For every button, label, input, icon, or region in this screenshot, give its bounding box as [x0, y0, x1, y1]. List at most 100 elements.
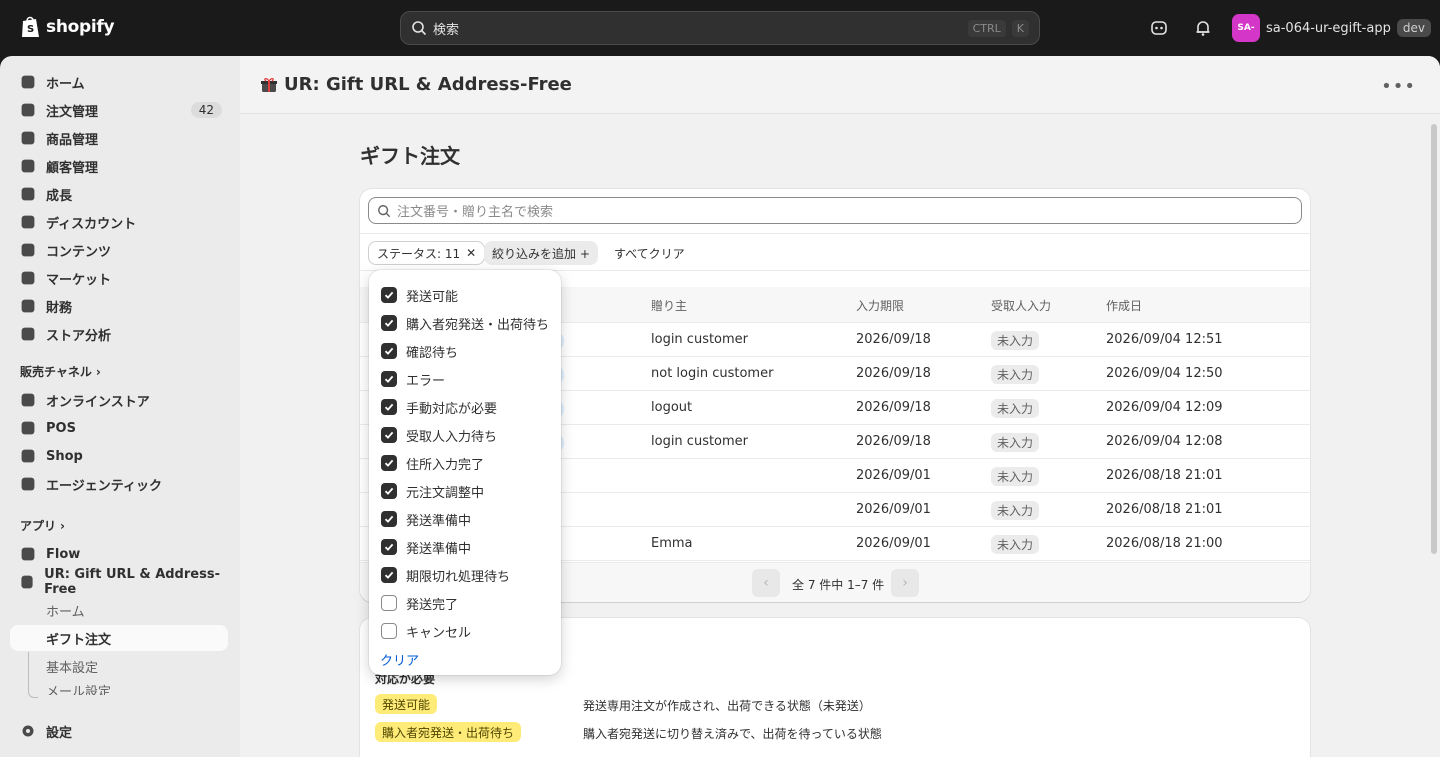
cell-deadline: 2026/09/18: [856, 400, 931, 415]
sidebar-item-9[interactable]: ストア分析: [10, 320, 228, 348]
checkbox-checked[interactable]: [381, 455, 397, 471]
checkbox-checked[interactable]: [381, 343, 397, 359]
cell-sender: Emma: [651, 536, 693, 551]
status-option[interactable]: 元注文調整中: [381, 480, 484, 502]
sidebar-sub-email-settings[interactable]: メール設定: [10, 681, 228, 695]
col-created[interactable]: 作成日: [1106, 297, 1142, 314]
app-header: UR: Gift URL & Address-Free •••: [240, 56, 1440, 114]
sidebar-channel-label: Shop: [46, 448, 83, 464]
checkbox-unchecked[interactable]: [381, 595, 397, 611]
status-option[interactable]: 期限切れ処理待ち: [381, 564, 510, 586]
checkbox-checked[interactable]: [381, 539, 397, 555]
checkbox-checked[interactable]: [381, 427, 397, 443]
sidebar-channel-1[interactable]: POS: [10, 414, 228, 442]
sidebar-channel-0[interactable]: オンラインストア: [10, 386, 228, 414]
checkbox-unchecked[interactable]: [381, 623, 397, 639]
sidebar-item-3[interactable]: 顧客管理: [10, 152, 228, 180]
checkbox-checked[interactable]: [381, 399, 397, 415]
cell-created: 2026/08/18 21:01: [1106, 468, 1223, 483]
check-icon: [384, 319, 394, 327]
shopify-logo[interactable]: S shopify: [20, 15, 115, 39]
status-option[interactable]: 購入者宛発送・出荷待ち: [381, 312, 549, 334]
status-filter-popover: 発送可能購入者宛発送・出荷待ち 確認待ちエラー手動対応が必要受取人入力待ち 住所入力…: [369, 270, 561, 675]
checkbox-checked[interactable]: [381, 315, 397, 331]
more-actions-icon[interactable]: •••: [1381, 76, 1416, 97]
sidebar-item-label: コンテンツ: [46, 244, 112, 260]
sidebar-channel-label: オンラインストア: [46, 394, 150, 410]
globe-icon: [21, 271, 35, 285]
status-option-label: 発送準備中: [406, 513, 472, 529]
sidebar-sub-gift-orders[interactable]: ギフト注文: [10, 625, 228, 651]
status-option[interactable]: 受取人入力待ち: [381, 424, 497, 446]
recipient-badge: 未入力: [991, 535, 1040, 554]
next-page-button[interactable]: ›: [891, 569, 919, 597]
sidebar: 販売チャネル › アプリ › ホーム ギフト注文 基本設定 メール設定 設定 ホーム…: [0, 56, 240, 757]
clear-all-button[interactable]: すべてクリア: [606, 241, 693, 265]
sidebar-app-0[interactable]: Flow: [10, 540, 228, 568]
checkbox-checked[interactable]: [381, 511, 397, 527]
sidebar-item-2[interactable]: 商品管理: [10, 124, 228, 152]
sidebar-channel-3[interactable]: エージェンティック: [10, 470, 228, 498]
apps-heading[interactable]: アプリ ›: [20, 517, 65, 534]
sidebar-sub-basic-settings[interactable]: 基本設定: [10, 653, 228, 679]
checkbox-checked[interactable]: [381, 287, 397, 303]
add-filter-button[interactable]: 絞り込みを追加 +: [484, 241, 598, 265]
status-option[interactable]: 確認待ち: [381, 340, 458, 362]
check-icon: [384, 571, 394, 579]
col-sender[interactable]: 贈り主: [651, 297, 687, 314]
sidebar-sub-home[interactable]: ホーム: [10, 597, 228, 623]
checkbox-checked[interactable]: [381, 567, 397, 583]
sidebar-item-1[interactable]: 注文管理 42: [10, 96, 228, 124]
status-option-label: エラー: [406, 373, 446, 389]
status-option[interactable]: 発送完了: [381, 592, 458, 614]
status-filter-chip[interactable]: ステータス: 11 ✕: [368, 241, 486, 265]
checkbox-checked[interactable]: [381, 483, 397, 499]
gift-app-icon: [261, 77, 277, 92]
sidebar-item-settings[interactable]: 設定: [10, 717, 228, 745]
logo-text: shopify: [46, 17, 115, 37]
close-icon[interactable]: ✕: [466, 246, 476, 260]
sidebar-item-5[interactable]: ディスカウント: [10, 208, 228, 236]
sidebar-item-7[interactable]: マーケット: [10, 264, 228, 292]
status-option[interactable]: 発送準備中: [381, 508, 471, 530]
sidekick-icon[interactable]: [1149, 18, 1169, 38]
scrollbar-thumb[interactable]: [1431, 124, 1437, 554]
clear-status-button[interactable]: クリア: [380, 650, 419, 669]
sidebar-item-8[interactable]: 財務: [10, 292, 228, 320]
orders-search-input[interactable]: 注文番号・贈り主名で検索: [368, 197, 1302, 224]
status-option[interactable]: キャンセル: [381, 620, 471, 642]
bell-icon[interactable]: [1193, 18, 1213, 38]
sidebar-item-6[interactable]: コンテンツ: [10, 236, 228, 264]
col-recipient-input[interactable]: 受取人入力: [991, 297, 1051, 314]
agent-icon: [21, 477, 35, 491]
checkbox-checked[interactable]: [381, 371, 397, 387]
status-option-label: 手動対応が必要: [406, 401, 498, 417]
status-option[interactable]: 手動対応が必要: [381, 396, 497, 418]
status-option[interactable]: エラー: [381, 368, 445, 390]
status-description: 発送専用注文が作成され、出荷できる状態（未発送）: [583, 699, 871, 713]
sidebar-app-label: UR: Gift URL & Address-Free: [44, 567, 220, 597]
global-search[interactable]: 検索 CTRL K: [400, 11, 1040, 45]
prev-page-button[interactable]: ‹: [752, 569, 780, 597]
cell-created: 2026/09/04 12:08: [1106, 434, 1223, 449]
store-menu[interactable]: SA- sa-064-ur-egift-app dev: [1232, 14, 1431, 42]
person-icon: [21, 159, 35, 173]
recipient-badge: 未入力: [991, 501, 1040, 520]
status-description: 購入者宛発送に切り替え済みで、出荷を待っている状態: [583, 727, 882, 741]
sales-channels-label: 販売チャネル: [20, 365, 92, 379]
status-option[interactable]: 発送準備中: [381, 536, 471, 558]
sales-channels-heading[interactable]: 販売チャネル ›: [20, 363, 101, 380]
store-avatar: SA-: [1232, 14, 1260, 42]
scrollbar[interactable]: [1428, 114, 1440, 757]
status-option[interactable]: 発送可能: [381, 284, 458, 306]
check-icon: [384, 543, 394, 551]
sidebar-channel-2[interactable]: Shop: [10, 442, 228, 470]
sidebar-app-1[interactable]: UR: Gift URL & Address-Free: [10, 567, 228, 597]
cell-deadline: 2026/09/01: [856, 468, 931, 483]
content-icon: [21, 243, 35, 257]
status-option[interactable]: 住所入力完了: [381, 452, 484, 474]
sidebar-item-0[interactable]: ホーム: [10, 68, 228, 96]
sidebar-item-4[interactable]: 成長: [10, 180, 228, 208]
recipient-badge: 未入力: [991, 467, 1040, 486]
col-deadline[interactable]: 入力期限: [856, 297, 904, 314]
